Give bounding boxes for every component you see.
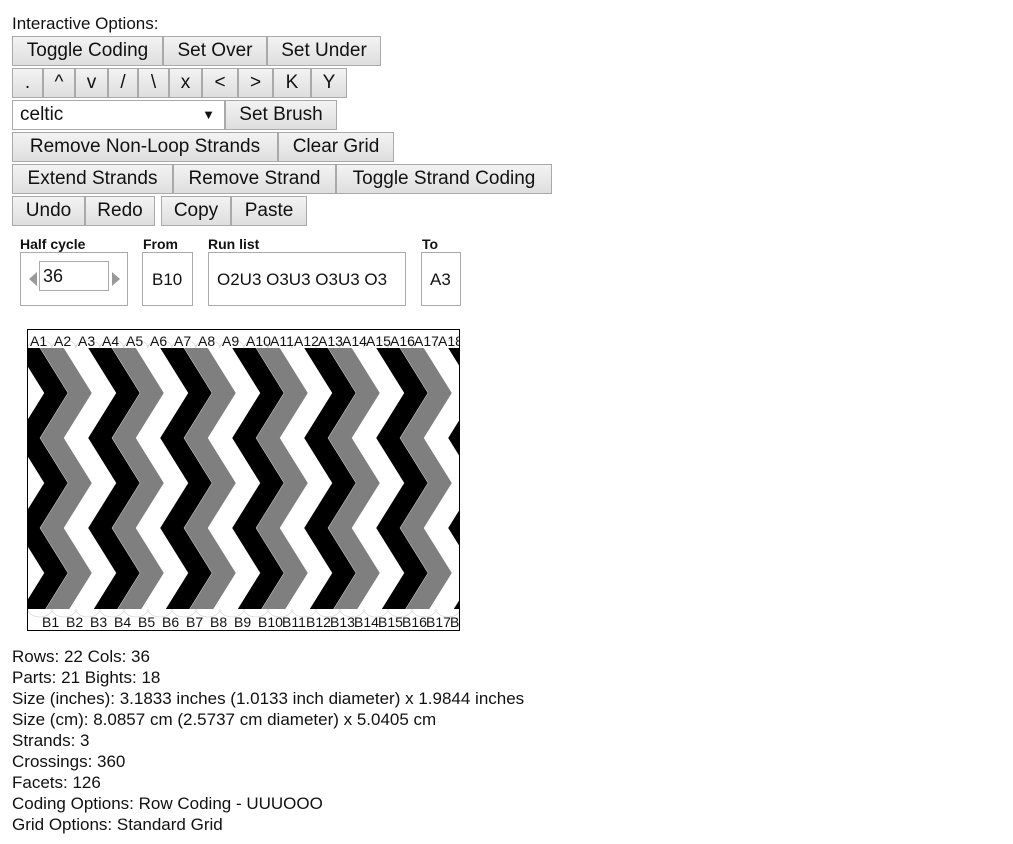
brush-slash-button[interactable]: / <box>108 68 138 98</box>
half-cycle-label: Half cycle <box>20 236 86 252</box>
knot-grid-canvas[interactable]: A1 A2 A3 A4 A5 A6 A7 A8 A9 A10 A11 A12 A13 A14 A15 A16 A… <box>27 329 460 631</box>
run-list-value: O2U3 O3U3 O3U3 O3 <box>217 270 388 289</box>
run-list-label: Run list <box>208 236 260 252</box>
increment-arrow-icon[interactable] <box>112 272 120 286</box>
top-column-label: A7 <box>174 333 191 349</box>
run-list-box: O2U3 O3U3 O3U3 O3 <box>208 252 406 306</box>
grid-options-info: Grid Options: Standard Grid <box>12 815 223 834</box>
decrement-arrow-icon[interactable] <box>29 272 37 286</box>
top-column-label: A4 <box>102 333 119 349</box>
bottom-column-label: B13 <box>330 614 355 630</box>
top-column-label: A18 <box>438 333 459 349</box>
extend-strands-button[interactable]: Extend Strands <box>12 164 173 194</box>
clear-grid-button[interactable]: Clear Grid <box>278 132 394 162</box>
facets-info: Facets: 126 <box>12 773 101 792</box>
parts-bights-info: Parts: 21 Bights: 18 <box>12 668 161 687</box>
brush-y-button[interactable]: Y <box>311 68 347 98</box>
from-label: From <box>143 236 178 252</box>
bottom-column-label: B16 <box>402 614 427 630</box>
bottom-column-label: B3 <box>90 614 107 630</box>
top-column-label: A12 <box>294 333 319 349</box>
set-under-button[interactable]: Set Under <box>267 36 381 66</box>
paste-button[interactable]: Paste <box>231 196 307 226</box>
dropdown-arrow-icon: ▼ <box>202 107 215 122</box>
bottom-column-label: B7 <box>186 614 203 630</box>
brush-caret-button[interactable]: ^ <box>43 68 75 98</box>
from-box: B10 <box>142 252 193 306</box>
bottom-column-label: B1 <box>42 614 59 630</box>
set-brush-button[interactable]: Set Brush <box>225 100 337 130</box>
coding-options-info: Coding Options: Row Coding - UUUOOO <box>12 794 323 813</box>
toggle-coding-button[interactable]: Toggle Coding <box>12 36 163 66</box>
from-value: B10 <box>152 270 183 289</box>
top-column-label: A1 <box>30 333 47 349</box>
bottom-column-label: B6 <box>162 614 179 630</box>
to-value: A3 <box>430 270 451 289</box>
brush-dot-button[interactable]: . <box>12 68 43 98</box>
knot-grid-svg[interactable]: A1 A2 A3 A4 A5 A6 A7 A8 A9 A10 A11 A12 A13 A14 A15 A16 A… <box>28 330 459 630</box>
bottom-column-label: B9 <box>234 614 251 630</box>
interactive-options-label: Interactive Options: <box>12 14 159 33</box>
bottom-column-label: B10 <box>258 614 283 630</box>
undo-button[interactable]: Undo <box>12 196 85 226</box>
brush-less-than-button[interactable]: < <box>202 68 238 98</box>
half-cycle-input[interactable]: 36 <box>39 261 109 291</box>
top-column-label: A13 <box>318 333 343 349</box>
top-column-label: A9 <box>222 333 239 349</box>
brush-greater-than-button[interactable]: > <box>238 68 273 98</box>
top-column-label: A5 <box>126 333 143 349</box>
knot-tool-page: Interactive Options: Toggle Coding Set O… <box>0 0 1013 844</box>
to-label: To <box>422 236 439 252</box>
brush-x-button[interactable]: x <box>169 68 202 98</box>
set-over-button[interactable]: Set Over <box>163 36 267 66</box>
bottom-column-label: B4 <box>114 614 131 630</box>
remove-strand-button[interactable]: Remove Strand <box>173 164 336 194</box>
bottom-column-label: B15 <box>378 614 403 630</box>
toggle-strand-coding-button[interactable]: Toggle Strand Coding <box>336 164 552 194</box>
top-column-label: A11 <box>270 333 294 349</box>
brush-backslash-button[interactable]: \ <box>138 68 169 98</box>
top-column-label: A14 <box>342 333 367 349</box>
copy-button[interactable]: Copy <box>161 196 231 226</box>
top-column-label: A2 <box>54 333 71 349</box>
to-box: A3 <box>421 252 461 306</box>
bottom-column-label: B14 <box>354 614 379 630</box>
brush-type-value: celtic <box>20 104 64 125</box>
top-column-label: A8 <box>198 333 215 349</box>
brush-type-select[interactable]: celtic ▼ <box>12 100 225 130</box>
top-column-label: A6 <box>150 333 167 349</box>
top-column-label: A3 <box>78 333 95 349</box>
redo-button[interactable]: Redo <box>85 196 155 226</box>
half-cycle-box: 36 <box>20 252 128 306</box>
knot-strand-band <box>28 367 44 599</box>
bottom-column-label: B11 <box>282 614 306 630</box>
top-column-label: A15 <box>366 333 391 349</box>
bottom-column-label: B17 <box>426 614 451 630</box>
remove-non-loop-strands-button[interactable]: Remove Non-Loop Strands <box>12 132 278 162</box>
top-column-label: A10 <box>246 333 271 349</box>
bottom-column-label: B5 <box>138 614 155 630</box>
rows-cols-info: Rows: 22 Cols: 36 <box>12 647 150 666</box>
crossings-info: Crossings: 360 <box>12 752 126 771</box>
brush-k-button[interactable]: K <box>273 68 311 98</box>
bottom-column-label: B2 <box>66 614 83 630</box>
bottom-column-label: B8 <box>210 614 227 630</box>
brush-v-button[interactable]: v <box>75 68 108 98</box>
bottom-column-label: B <box>450 614 459 630</box>
bottom-column-label: B12 <box>306 614 331 630</box>
strands-info: Strands: 3 <box>12 731 90 750</box>
size-inches-info: Size (inches): 3.1833 inches (1.0133 inc… <box>12 689 525 708</box>
size-cm-info: Size (cm): 8.0857 cm (2.5737 cm diameter… <box>12 710 437 729</box>
top-column-label: A16 <box>390 333 415 349</box>
top-column-label: A17 <box>414 333 439 349</box>
